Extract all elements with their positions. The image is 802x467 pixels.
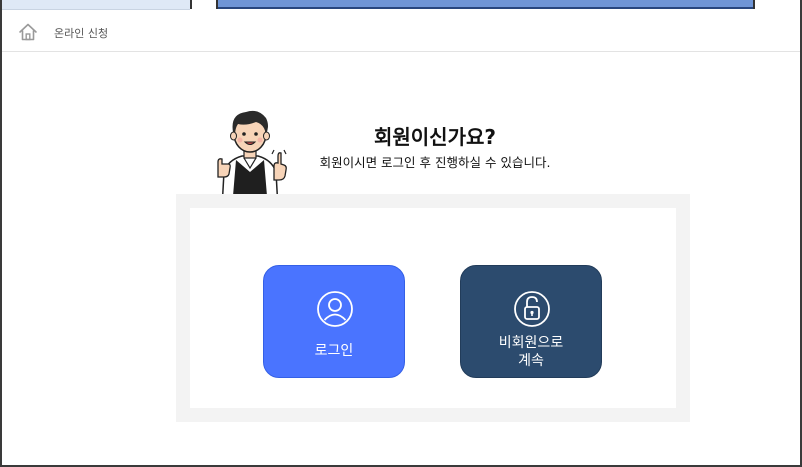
- browser-tab-area: [0, 0, 190, 10]
- browser-tab-end: [753, 0, 802, 9]
- mascot-illustration: [217, 110, 287, 208]
- guest-label-line1: 비회원으로: [498, 335, 564, 351]
- guest-continue-button[interactable]: 비회원으로 계속: [460, 265, 602, 378]
- unlock-icon: [514, 291, 550, 327]
- guest-label: 비회원으로 계속: [461, 334, 601, 370]
- options-panel: 로그인 비회원으로 계속: [176, 194, 690, 422]
- login-label: 로그인: [314, 343, 354, 359]
- breadcrumb-current[interactable]: 온라인 신청: [54, 25, 108, 41]
- browser-active-bar: [218, 0, 753, 9]
- options-panel-inner: 로그인 비회원으로 계속: [190, 208, 676, 408]
- page-title: 회원이신가요?: [373, 125, 496, 149]
- user-circle-icon: [317, 291, 353, 327]
- browser-tab-divider: [190, 0, 218, 9]
- home-icon[interactable]: [18, 22, 38, 42]
- guest-label-line2: 계속: [518, 353, 544, 369]
- breadcrumb: 온라인 신청: [0, 10, 802, 52]
- browser-top-strip: [0, 0, 802, 10]
- page-subtitle: 회원이시면 로그인 후 진행하실 수 있습니다.: [319, 155, 551, 170]
- login-button[interactable]: 로그인: [263, 265, 405, 378]
